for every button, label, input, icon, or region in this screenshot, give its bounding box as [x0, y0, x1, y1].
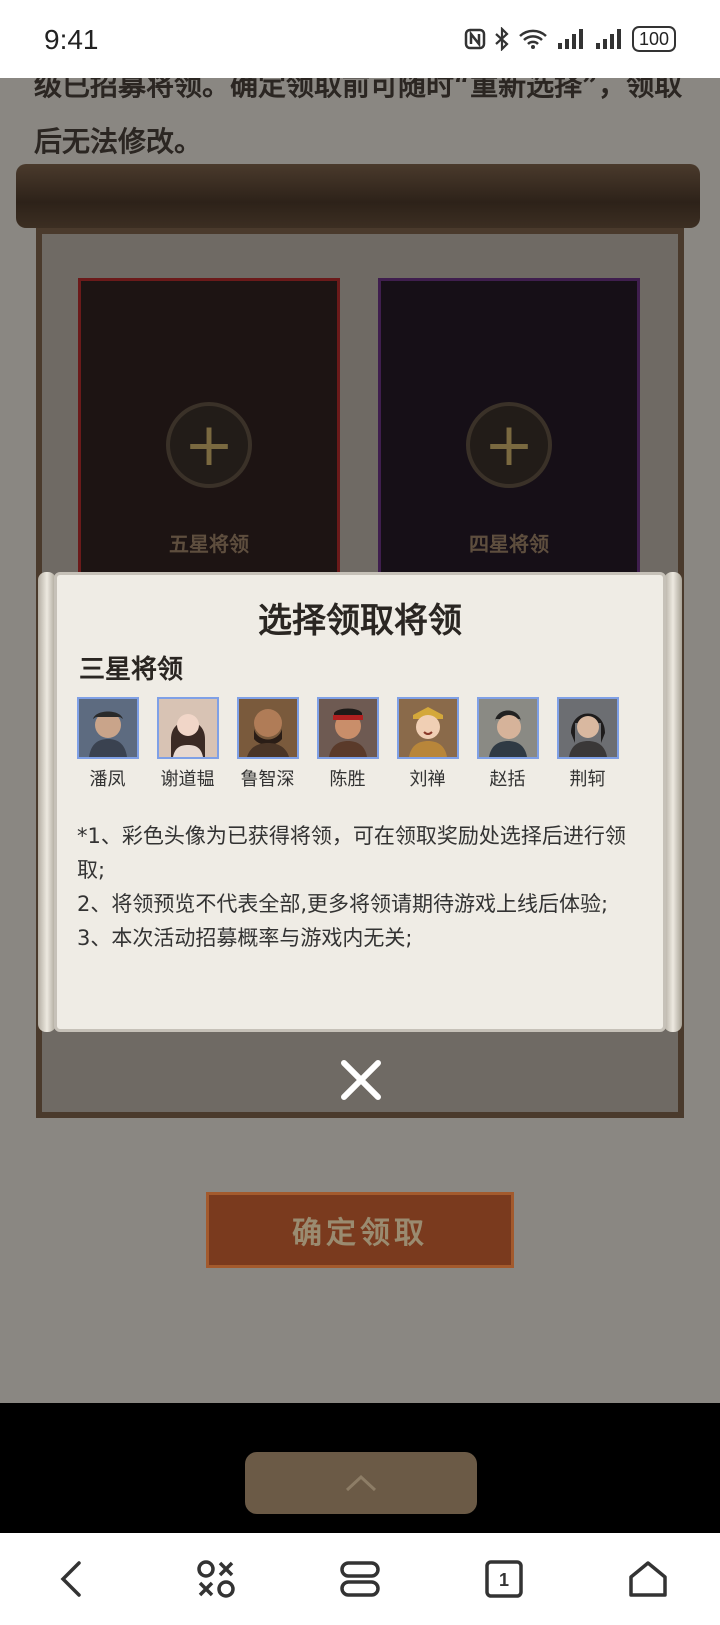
menu-button[interactable] — [324, 1543, 396, 1615]
note-line: *1、彩色头像为已获得将领，可在领取奖励处选择后进行领取; — [77, 824, 626, 882]
general-portrait — [476, 697, 539, 759]
bottom-navigation: 1 — [0, 1533, 720, 1625]
status-time: 9:41 — [44, 24, 99, 55]
general-item[interactable]: 陈胜 — [315, 697, 380, 791]
note-line: 2、将领预览不代表全部,更多将领请期待游戏上线后体验; — [77, 892, 609, 916]
scroll-rod-right — [664, 572, 682, 1032]
close-icon[interactable] — [336, 1055, 386, 1105]
nfc-icon — [464, 28, 486, 50]
signal-icon — [557, 29, 583, 49]
general-portrait — [556, 697, 619, 759]
general-name: 赵括 — [489, 769, 526, 790]
back-button[interactable] — [36, 1543, 108, 1615]
battery-icon: 100 — [631, 26, 676, 52]
signal-icon — [595, 29, 621, 49]
general-item[interactable]: 潘凤 — [75, 697, 140, 791]
general-name: 潘凤 — [89, 769, 126, 790]
general-name: 谢道韫 — [160, 769, 215, 790]
chevron-up-icon — [345, 1474, 377, 1492]
status-bar: 9:41 100 — [0, 0, 720, 78]
general-portrait — [316, 697, 379, 759]
menu-icon — [340, 1561, 380, 1597]
status-icons: 100 — [464, 26, 676, 52]
plus-icon: + — [166, 402, 252, 488]
general-name: 刘禅 — [409, 769, 446, 790]
tabs-icon: 1 — [485, 1560, 523, 1598]
home-icon — [629, 1561, 667, 1597]
general-item[interactable]: 荆轲 — [555, 697, 620, 791]
general-portrait — [76, 697, 139, 759]
notes: *1、彩色头像为已获得将领，可在领取奖励处选择后进行领取; 2、将领预览不代表全… — [77, 819, 647, 955]
confirm-claim-button[interactable]: 确定领取 — [206, 1192, 514, 1268]
general-item[interactable]: 鲁智深 — [235, 697, 300, 791]
select-general-modal: 选择领取将领 三星将领 潘凤 谢道韫 鲁智深 陈胜 刘禅 赵括 荆轲 *1、彩色… — [38, 572, 682, 1032]
intro-text: 级已招募将领。确定领取前可随时“重新选择”，领取后无法修改。 — [34, 78, 683, 158]
general-item[interactable]: 赵括 — [475, 697, 540, 791]
general-portrait — [156, 697, 219, 759]
general-name: 陈胜 — [329, 769, 366, 790]
slot-label: 四星将领 — [469, 532, 549, 556]
five-star-slot[interactable]: + 五星将领 — [78, 278, 340, 588]
general-portrait — [396, 697, 459, 759]
tabs-button[interactable]: 1 — [468, 1543, 540, 1615]
expand-up-button[interactable] — [245, 1452, 477, 1514]
four-star-slot[interactable]: + 四星将领 — [378, 278, 640, 588]
modal-content: 选择领取将领 三星将领 潘凤 谢道韫 鲁智深 陈胜 刘禅 赵括 荆轲 *1、彩色… — [54, 572, 666, 1032]
plus-icon: + — [466, 402, 552, 488]
general-item[interactable]: 谢道韫 — [155, 697, 220, 791]
home-button[interactable] — [612, 1543, 684, 1615]
general-name: 鲁智深 — [240, 769, 295, 790]
bluetooth-icon — [495, 27, 509, 51]
back-icon — [60, 1561, 81, 1597]
note-line: 3、本次活动招募概率与游戏内无关; — [77, 926, 413, 950]
general-portrait — [236, 697, 299, 759]
general-item[interactable]: 刘禅 — [395, 697, 460, 791]
tab-count: 1 — [499, 1570, 509, 1590]
slot-label: 五星将领 — [169, 532, 249, 556]
general-list: 潘凤 谢道韫 鲁智深 陈胜 刘禅 赵括 荆轲 — [75, 697, 620, 791]
wifi-icon — [519, 29, 547, 49]
scroll-header — [16, 164, 700, 228]
section-title: 三星将领 — [79, 655, 184, 685]
modal-title: 选择领取将领 — [258, 601, 462, 641]
general-name: 荆轲 — [569, 769, 606, 790]
apps-icon — [197, 1560, 235, 1598]
apps-button[interactable] — [180, 1543, 252, 1615]
